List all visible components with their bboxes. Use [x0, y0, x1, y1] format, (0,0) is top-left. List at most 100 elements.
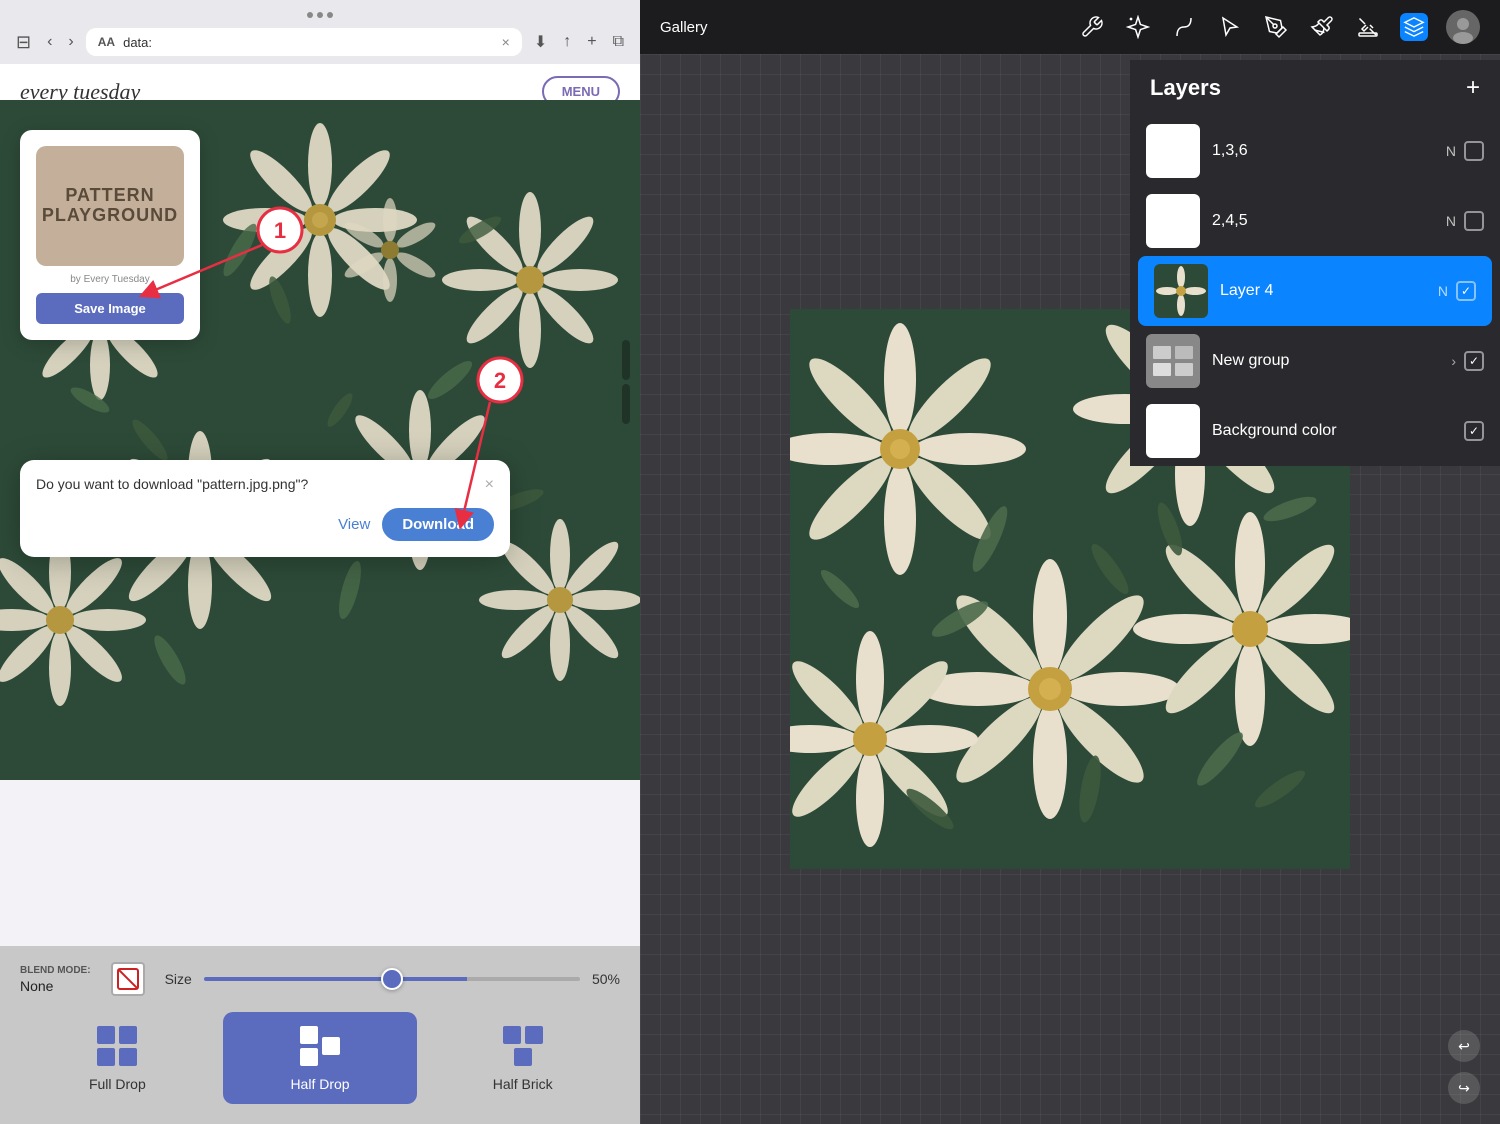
layers-panel: Layers + 1,3,6 N 2,4,5 N [1130, 60, 1500, 466]
layer-right-background [1464, 421, 1484, 441]
aa-label: AA [98, 35, 115, 49]
tool-icons [1078, 10, 1480, 44]
pattern-logo-area: PATTERN PLAYGROUND [36, 146, 184, 266]
download-confirm-button[interactable]: Download [382, 508, 494, 541]
back-button[interactable]: ‹ [43, 31, 56, 53]
half-drop-icon [298, 1024, 342, 1068]
eraser-tool-icon[interactable] [1354, 13, 1382, 41]
pattern-card: PATTERN PLAYGROUND by Every Tuesday Save… [20, 130, 200, 340]
tabs-button[interactable]: ⧉ [609, 31, 628, 53]
download-dialog: Do you want to download "pattern.jpg.png… [20, 460, 510, 557]
gallery-button[interactable]: Gallery [660, 19, 708, 36]
sidebar-toggle-button[interactable]: ⊟ [12, 30, 35, 55]
layer-checkbox-136[interactable] [1464, 141, 1484, 161]
browser-dots [12, 8, 628, 22]
wrench-tool-icon[interactable] [1078, 13, 1106, 41]
pattern-type-full-drop[interactable]: Full Drop [20, 1012, 215, 1104]
save-image-button[interactable]: Save Image [36, 293, 184, 324]
layer-checkbox-new-group[interactable] [1464, 351, 1484, 371]
url-display: data: [123, 35, 494, 50]
layer-thumb-136 [1146, 124, 1200, 178]
layer-name-136: 1,3,6 [1212, 142, 1434, 160]
address-bar[interactable]: AA data: × [86, 28, 522, 56]
pattern-type-half-drop[interactable]: Half Drop [223, 1012, 418, 1104]
pattern-types: Full Drop Half Drop [20, 1012, 620, 1104]
controls-top: Blend Mode: None Size 50% [20, 962, 620, 996]
blend-icon-button[interactable] [111, 962, 145, 996]
layer-right-new-group: › [1451, 351, 1484, 371]
layer-right-4: N [1438, 281, 1476, 301]
layer-thumb-new-group [1146, 334, 1200, 388]
layer-info-new-group: New group [1212, 352, 1439, 370]
user-avatar[interactable] [1446, 10, 1480, 44]
bottom-controls: Blend Mode: None Size 50% [0, 946, 640, 1124]
pattern-logo-text: PATTERN PLAYGROUND [42, 186, 178, 226]
half-brick-label: Half Brick [493, 1076, 553, 1092]
share-button[interactable]: ↑ [559, 31, 575, 53]
scroll-thumb-top [622, 340, 630, 380]
size-slider[interactable] [204, 977, 580, 981]
blend-mode-label: Blend Mode: [20, 965, 91, 976]
half-brick-icon [501, 1024, 545, 1068]
size-percent: 50% [592, 971, 620, 987]
undo-button[interactable]: ↩ [1448, 1030, 1480, 1062]
dialog-header: Do you want to download "pattern.jpg.png… [36, 476, 494, 494]
layer-right-245: N [1446, 211, 1484, 231]
layer-mode-136: N [1446, 143, 1456, 159]
brush-tool-icon[interactable] [1308, 13, 1336, 41]
layer-thumb-245 [1146, 194, 1200, 248]
browser-chrome: ⊟ ‹ › AA data: × ⬇ ↑ + ⧉ [0, 0, 640, 64]
size-section: Size 50% [165, 971, 620, 987]
clear-url-button[interactable]: × [502, 34, 510, 50]
size-label: Size [165, 971, 192, 987]
layer-name-4: Layer 4 [1220, 282, 1426, 300]
layer-item-background[interactable]: Background color [1130, 396, 1500, 466]
layer-name-245: 2,4,5 [1212, 212, 1434, 230]
layer-checkbox-background[interactable] [1464, 421, 1484, 441]
layer-checkbox-4[interactable] [1456, 281, 1476, 301]
layers-tool-icon[interactable] [1400, 13, 1428, 41]
add-tab-button[interactable]: + [583, 31, 600, 53]
procreate-toolbar: Gallery [640, 0, 1500, 54]
layer-item-4[interactable]: Layer 4 N [1138, 256, 1492, 326]
layer-item-245[interactable]: 2,4,5 N [1130, 186, 1500, 256]
redo-button[interactable]: ↪ [1448, 1072, 1480, 1104]
add-layer-button[interactable]: + [1466, 74, 1480, 102]
half-drop-label: Half Drop [290, 1076, 349, 1092]
dialog-message: Do you want to download "pattern.jpg.png… [36, 476, 485, 492]
browser-panel: ⊟ ‹ › AA data: × ⬇ ↑ + ⧉ every tuesday M… [0, 0, 640, 1124]
by-text: by Every Tuesday [36, 274, 184, 285]
layer-thumb-4 [1154, 264, 1208, 318]
layer-right-136: N [1446, 141, 1484, 161]
dialog-close-button[interactable]: × [485, 476, 494, 494]
pattern-type-half-brick[interactable]: Half Brick [425, 1012, 620, 1104]
forward-button[interactable]: › [64, 31, 77, 53]
layer-checkbox-245[interactable] [1464, 211, 1484, 231]
layer-item-new-group[interactable]: New group › [1130, 326, 1500, 396]
procreate-panel: Gallery [640, 0, 1500, 1124]
layer-expand-arrow[interactable]: › [1451, 353, 1456, 369]
layer-thumb-background [1146, 404, 1200, 458]
undo-redo-controls: ↩ ↪ [1448, 1030, 1480, 1104]
pen-tool-icon[interactable] [1262, 13, 1290, 41]
curves-icon[interactable] [1170, 13, 1198, 41]
scroll-thumb-bottom [622, 384, 630, 424]
selection-icon[interactable] [1216, 13, 1244, 41]
layer-mode-245: N [1446, 213, 1456, 229]
scroll-area [622, 340, 632, 424]
download-button[interactable]: ⬇ [530, 30, 551, 54]
blend-mode-value: None [20, 978, 91, 994]
layers-header: Layers + [1130, 60, 1500, 116]
layer-name-new-group: New group [1212, 352, 1439, 370]
layer-info-background: Background color [1212, 422, 1452, 440]
layer-info-245: 2,4,5 [1212, 212, 1434, 230]
full-drop-label: Full Drop [89, 1076, 146, 1092]
blend-mode-section: Blend Mode: None [20, 965, 91, 994]
dialog-actions: View Download [36, 508, 494, 541]
magic-wand-icon[interactable] [1124, 13, 1152, 41]
layer-info-136: 1,3,6 [1212, 142, 1434, 160]
full-drop-icon [95, 1024, 139, 1068]
layer-item-136[interactable]: 1,3,6 N [1130, 116, 1500, 186]
layers-title: Layers [1150, 75, 1221, 101]
view-button[interactable]: View [338, 516, 370, 533]
